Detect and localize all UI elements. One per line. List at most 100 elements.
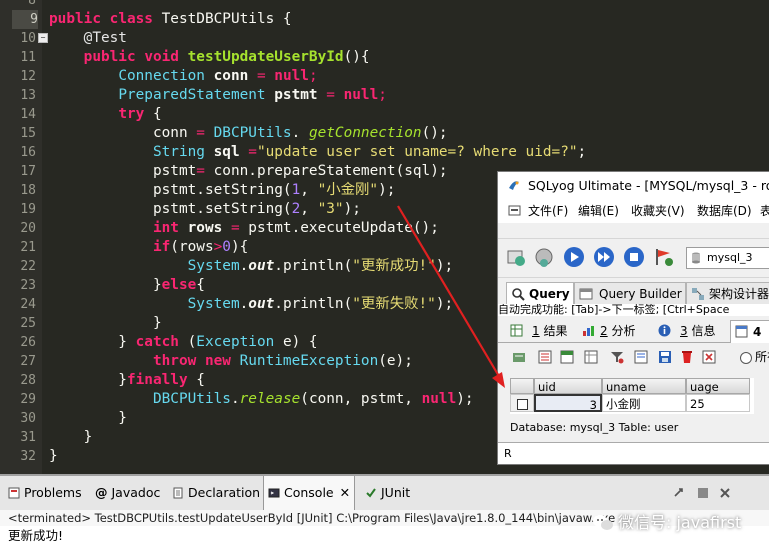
tab-problems[interactable]: Problems: [8, 476, 82, 510]
code-text: }: [49, 447, 58, 466]
code-token: }: [49, 334, 136, 350]
code-line[interactable]: 10− @Test: [0, 29, 769, 48]
code-line[interactable]: 12 Connection conn = null;: [0, 67, 769, 86]
code-line[interactable]: 11 public void testUpdateUserById(){: [0, 48, 769, 67]
code-text: }: [49, 314, 162, 333]
code-line[interactable]: 13 PreparedStatement pstmt = null;: [0, 86, 769, 105]
sqlyog-window[interactable]: SQLyog Ultimate - [MYSQL/mysql_3 - root …: [497, 171, 769, 465]
column-header-uid[interactable]: uid: [534, 378, 602, 394]
menu-edit[interactable]: 编辑(E): [578, 199, 619, 223]
tab-query[interactable]: Query: [506, 282, 574, 305]
row-checkbox[interactable]: [517, 399, 528, 410]
code-token: void: [144, 49, 188, 65]
terminate-icon[interactable]: [696, 486, 710, 500]
code-line[interactable]: 15 conn = DBCPUtils. getConnection();: [0, 124, 769, 143]
connect-icon[interactable]: [532, 245, 556, 269]
code-token: Exception: [196, 334, 283, 350]
code-token: if: [152, 239, 171, 255]
tab-junit[interactable]: JUnit: [365, 476, 410, 510]
fold-toggle-icon[interactable]: −: [38, 33, 48, 43]
code-token: );: [456, 391, 474, 407]
code-text: public void testUpdateUserById(){: [49, 48, 370, 67]
menu-favorites[interactable]: 收藏夹(V): [631, 199, 685, 223]
code-token: {: [196, 372, 205, 388]
tab-profile[interactable]: 2 分析: [582, 320, 648, 342]
remove-launch-icon[interactable]: [718, 486, 732, 500]
code-token: try: [118, 106, 153, 122]
tab-table-data[interactable]: 4: [730, 320, 769, 344]
cell-uid[interactable]: 3: [534, 394, 602, 412]
tab-messages[interactable]: 3 信息: [658, 320, 724, 342]
code-token: e) {: [282, 334, 318, 350]
cancel-changes-icon[interactable]: [702, 350, 716, 364]
tab-query-builder[interactable]: Query Builder: [574, 282, 686, 305]
tab-console[interactable]: Console ✕: [263, 476, 356, 510]
line-number: 26: [20, 335, 36, 350]
line-number: 31: [20, 430, 36, 445]
result-grid[interactable]: uid uname uage 3 小金刚 25: [510, 378, 754, 414]
menu-file[interactable]: 文件(F): [528, 199, 568, 223]
menu-table[interactable]: 表: [760, 199, 769, 223]
code-token: (: [187, 334, 197, 350]
reset-filter-icon[interactable]: [634, 350, 648, 364]
line-number: 12: [20, 69, 36, 84]
stop-query-icon[interactable]: [622, 245, 646, 269]
cell-uage[interactable]: 25: [686, 394, 750, 412]
code-token: (){: [343, 49, 370, 65]
execute-query-icon[interactable]: [562, 245, 586, 269]
code-token: catch: [135, 334, 188, 350]
tab-declaration[interactable]: Declaration: [172, 476, 260, 510]
execute-all-icon[interactable]: [592, 245, 616, 269]
code-text: System.out.println("更新成功!");: [49, 257, 454, 276]
code-line[interactable]: 9 public class TestDBCPUtils {: [0, 10, 769, 29]
column-header-uname[interactable]: uname: [602, 378, 686, 394]
database-selector[interactable]: mysql_3: [686, 247, 769, 269]
copy-grid-icon[interactable]: [560, 350, 574, 364]
selected-database: mysql_3: [707, 251, 753, 264]
code-line[interactable]: 14 try {: [0, 105, 769, 124]
radio-all[interactable]: 所有: [740, 349, 769, 365]
line-number: 21: [20, 240, 36, 255]
sqlyog-title-bar[interactable]: SQLyog Ultimate - [MYSQL/mysql_3 - root: [498, 172, 769, 199]
code-text: throw new RuntimeException(e);: [49, 352, 413, 371]
code-line[interactable]: 8: [0, 0, 769, 10]
window-menu-icon[interactable]: [508, 204, 521, 217]
cell-uname[interactable]: 小金刚: [602, 394, 686, 412]
save-icon[interactable]: [658, 350, 672, 364]
grid-settings-icon[interactable]: [584, 350, 598, 364]
code-token: out: [248, 296, 275, 312]
close-icon[interactable]: ✕: [340, 485, 350, 500]
line-number: 18: [20, 183, 36, 198]
tab-result[interactable]: 1 结果: [510, 320, 576, 342]
code-token: =: [196, 163, 214, 179]
menu-database[interactable]: 数据库(D): [697, 199, 752, 223]
export-icon[interactable]: [538, 350, 552, 364]
code-line[interactable]: 16 String sql ="update user set uname=? …: [0, 143, 769, 162]
column-header-uage[interactable]: uage: [686, 378, 750, 394]
console-icon: [268, 488, 280, 498]
tab-javadoc[interactable]: @ Javadoc: [95, 476, 160, 510]
refresh-grid-icon[interactable]: [512, 350, 526, 364]
tab-schema-designer[interactable]: 架构设计器: [686, 282, 769, 305]
delete-icon[interactable]: [680, 350, 694, 364]
code-token: String: [152, 144, 214, 160]
code-token: else: [161, 277, 197, 293]
code-token: );: [435, 296, 454, 312]
sqlyog-bottom-panel: R: [498, 442, 769, 464]
flag-icon[interactable]: [652, 245, 676, 269]
code-token: DBCPUtils: [152, 391, 231, 407]
scroll-lock-icon[interactable]: [672, 486, 686, 500]
filter-icon[interactable]: [610, 350, 624, 364]
code-text: DBCPUtils.release(conn, pstmt, null);: [49, 390, 474, 409]
table-row-selector[interactable]: [510, 394, 534, 412]
javadoc-icon: @: [95, 485, 108, 500]
line-number: 14: [20, 107, 36, 122]
grid-status-text: Database: mysql_3 Table: user: [510, 421, 679, 434]
new-connection-icon[interactable]: [504, 245, 528, 269]
code-text: public class TestDBCPUtils {: [49, 10, 292, 29]
